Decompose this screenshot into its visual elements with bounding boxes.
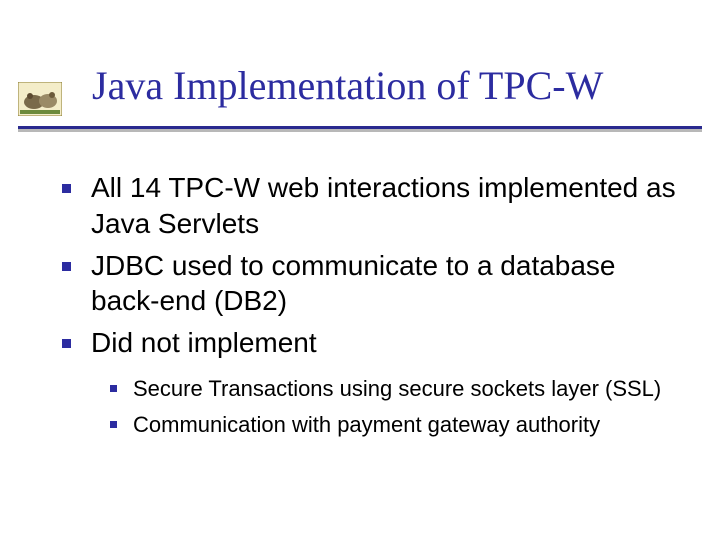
title-row: Java Implementation of TPC-W [0,62,720,132]
sub-bullet-text: Secure Transactions using secure sockets… [133,375,661,403]
square-bullet-icon [62,262,71,271]
square-bullet-icon [62,184,71,193]
slide-title: Java Implementation of TPC-W [92,62,603,109]
title-underline [18,126,702,129]
square-bullet-icon [110,421,117,428]
bullet-item: Did not implement [62,325,682,361]
slide: Java Implementation of TPC-W All 14 TPC-… [0,0,720,540]
logo-icon [18,82,62,116]
bullet-text: Did not implement [91,325,317,361]
sub-bullet-list: Secure Transactions using secure sockets… [110,375,682,439]
bullet-item: JDBC used to communicate to a database b… [62,248,682,320]
bullet-text: All 14 TPC-W web interactions implemente… [91,170,682,242]
square-bullet-icon [62,339,71,348]
sub-bullet-item: Secure Transactions using secure sockets… [110,375,682,403]
bullet-text: JDBC used to communicate to a database b… [91,248,682,320]
sub-bullet-item: Communication with payment gateway autho… [110,411,682,439]
sub-bullet-text: Communication with payment gateway autho… [133,411,600,439]
body: All 14 TPC-W web interactions implemente… [62,170,682,447]
square-bullet-icon [110,385,117,392]
bullet-item: All 14 TPC-W web interactions implemente… [62,170,682,242]
